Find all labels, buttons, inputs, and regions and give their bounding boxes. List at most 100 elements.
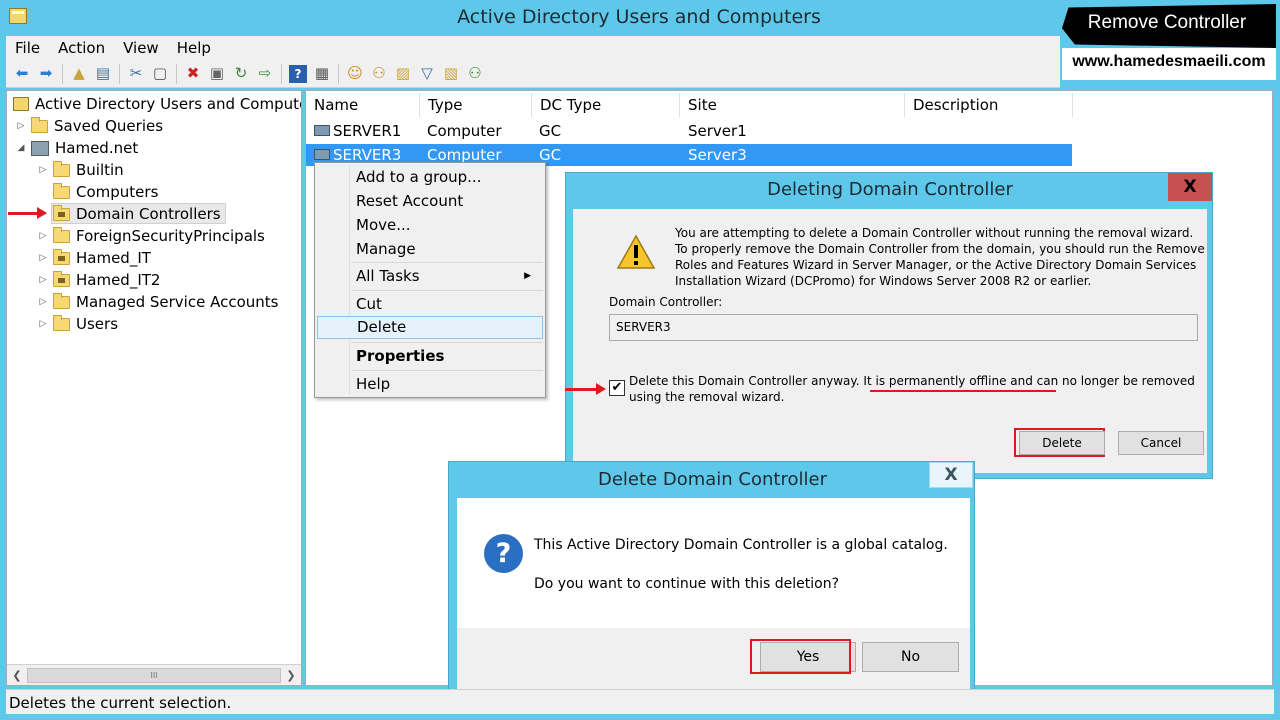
menu-item-help[interactable]: Help <box>317 373 543 396</box>
menu-item-delete[interactable]: Delete <box>317 316 543 339</box>
dialog-body: You are attempting to delete a Domain Co… <box>573 209 1207 473</box>
status-text: Deletes the current selection. <box>9 694 232 712</box>
delete-anyway-checkbox[interactable]: ✔ <box>609 380 625 396</box>
context-menu: Add to a group... Reset Account Move... … <box>314 162 546 398</box>
tree-item-label: Computers <box>76 183 159 201</box>
tree-item-label: ForeignSecurityPrincipals <box>76 227 265 245</box>
expand-arrow-icon[interactable]: ▷ <box>15 121 27 131</box>
folder-icon <box>53 182 70 199</box>
menu-item-all-tasks[interactable]: All Tasks ▶ <box>317 265 543 288</box>
dialog-body: ? This Active Directory Domain Controlle… <box>457 498 970 693</box>
tree-item-domain[interactable]: ◢ Hamed.net <box>15 137 139 159</box>
expand-arrow-icon[interactable]: ▷ <box>37 253 49 263</box>
annotation-underline <box>870 390 1056 392</box>
ou-folder-icon <box>53 248 70 265</box>
ou-folder-icon <box>53 204 70 221</box>
tree-item-computers[interactable]: Computers <box>37 181 158 203</box>
no-button[interactable]: No <box>862 642 959 672</box>
tree-item-root[interactable]: Active Directory Users and Computers <box>13 93 301 115</box>
forward-icon[interactable]: ➡ <box>37 65 55 83</box>
domain-controller-label: Domain Controller: <box>609 295 723 309</box>
show-tree-icon[interactable]: ▤ <box>94 65 112 83</box>
expand-arrow-icon[interactable]: ▷ <box>37 165 49 175</box>
tree-item-label: Users <box>76 315 119 333</box>
column-header-site[interactable]: Site <box>680 93 905 117</box>
tree-item-users[interactable]: ▷ Users <box>37 313 118 335</box>
filter-icon[interactable]: ▽ <box>418 65 436 83</box>
help-icon[interactable]: ? <box>289 64 307 83</box>
tree-item-saved-queries[interactable]: ▷ Saved Queries <box>15 115 163 137</box>
watermark-title: Remove Controller <box>1087 12 1247 33</box>
add-to-group-icon[interactable]: ⚇ <box>466 65 484 83</box>
menu-view[interactable]: View <box>114 39 168 57</box>
new-group-icon[interactable]: ⚇ <box>370 65 388 83</box>
dialog-footer: Yes No <box>457 628 970 693</box>
expand-arrow-icon[interactable]: ▷ <box>37 297 49 307</box>
properties-icon[interactable]: ▣ <box>208 65 226 83</box>
cancel-button[interactable]: Cancel <box>1118 431 1204 455</box>
warning-message: You are attempting to delete a Domain Co… <box>675 226 1205 288</box>
folder-icon <box>53 226 70 243</box>
column-header-name[interactable]: Name <box>306 93 420 117</box>
close-button[interactable]: X <box>929 462 973 488</box>
submenu-arrow-icon: ▶ <box>524 271 531 281</box>
menu-item-reset-account[interactable]: Reset Account <box>317 190 543 213</box>
collapse-arrow-icon[interactable]: ◢ <box>15 143 27 153</box>
tree-item-domain-controllers[interactable]: ▷ Domain Controllers <box>37 203 221 225</box>
close-button[interactable]: X <box>1168 173 1212 201</box>
computer-icon <box>314 125 330 136</box>
menu-item-move[interactable]: Move... <box>317 214 543 237</box>
menu-item-cut[interactable]: Cut <box>317 293 543 316</box>
tree-item-hamed-it2[interactable]: ▷ Hamed_IT2 <box>37 269 160 291</box>
new-user-icon[interactable]: ☺ <box>346 65 364 83</box>
up-folder-icon[interactable]: ▲ <box>70 65 88 83</box>
tree-item-label: Domain Controllers <box>76 205 221 223</box>
dialog-title: Delete Domain Controller <box>598 469 827 490</box>
scroll-left-icon[interactable]: ❮ <box>9 667 25 684</box>
tree-item-hamed-it[interactable]: ▷ Hamed_IT <box>37 247 151 269</box>
copy-icon[interactable]: ▢ <box>151 65 169 83</box>
annotation-highlight-box <box>750 639 851 674</box>
tree-item-builtin[interactable]: ▷ Builtin <box>37 159 124 181</box>
expand-arrow-icon[interactable]: ▷ <box>37 275 49 285</box>
column-header-dc-type[interactable]: DC Type <box>532 93 680 117</box>
console-icon[interactable]: ▦ <box>313 65 331 83</box>
delete-anyway-label[interactable]: Delete this Domain Controller anyway. It… <box>629 373 1199 405</box>
console-tree: Active Directory Users and Computers ▷ S… <box>6 90 302 686</box>
scroll-thumb[interactable]: III <box>27 668 281 683</box>
menu-item-add-to-group[interactable]: Add to a group... <box>317 166 543 189</box>
menu-item-manage[interactable]: Manage <box>317 238 543 261</box>
menu-help[interactable]: Help <box>168 39 220 57</box>
annotation-arrow-line <box>565 388 597 391</box>
toolbar: ⬅ ➡ ▲ ▤ ✂ ▢ ✖ ▣ ↻ ⇨ ? ▦ ☺ ⚇ ▨ ▽ ▧ ⚇ <box>6 60 1060 88</box>
expand-arrow-icon[interactable]: ▷ <box>37 231 49 241</box>
horizontal-scrollbar[interactable]: ❮ III ❯ <box>7 664 301 685</box>
back-icon[interactable]: ⬅ <box>13 65 31 83</box>
domain-icon <box>31 140 49 156</box>
refresh-icon[interactable]: ↻ <box>232 65 250 83</box>
cell-name: SERVER1 <box>333 122 402 140</box>
scroll-right-icon[interactable]: ❯ <box>283 667 299 684</box>
menu-file[interactable]: File <box>6 39 49 57</box>
tree-item-foreign-security-principals[interactable]: ▷ ForeignSecurityPrincipals <box>37 225 265 247</box>
delete-dc-confirm-dialog: Delete Domain Controller X ? This Active… <box>448 461 975 699</box>
menu-action[interactable]: Action <box>49 39 114 57</box>
column-header-description[interactable]: Description <box>905 93 1073 117</box>
delete-icon[interactable]: ✖ <box>184 65 202 83</box>
tree-item-managed-service-accounts[interactable]: ▷ Managed Service Accounts <box>37 291 278 313</box>
cut-icon[interactable]: ✂ <box>127 65 145 83</box>
status-bar: Deletes the current selection. <box>6 689 1274 714</box>
menu-item-properties[interactable]: Properties <box>317 345 543 368</box>
annotation-arrow-icon <box>37 207 47 219</box>
tree-item-label: Hamed.net <box>55 139 139 157</box>
export-icon[interactable]: ⇨ <box>256 65 274 83</box>
find-icon[interactable]: ▧ <box>442 65 460 83</box>
warning-icon <box>616 234 656 269</box>
expand-arrow-icon[interactable]: ▷ <box>37 319 49 329</box>
column-header-type[interactable]: Type <box>420 93 532 117</box>
folder-icon <box>53 314 70 331</box>
table-row[interactable]: SERVER1 Computer GC Server1 <box>306 120 1072 142</box>
delete-button[interactable]: Delete <box>1019 431 1105 455</box>
tree-item-label: Saved Queries <box>54 117 164 135</box>
new-ou-icon[interactable]: ▨ <box>394 65 412 83</box>
